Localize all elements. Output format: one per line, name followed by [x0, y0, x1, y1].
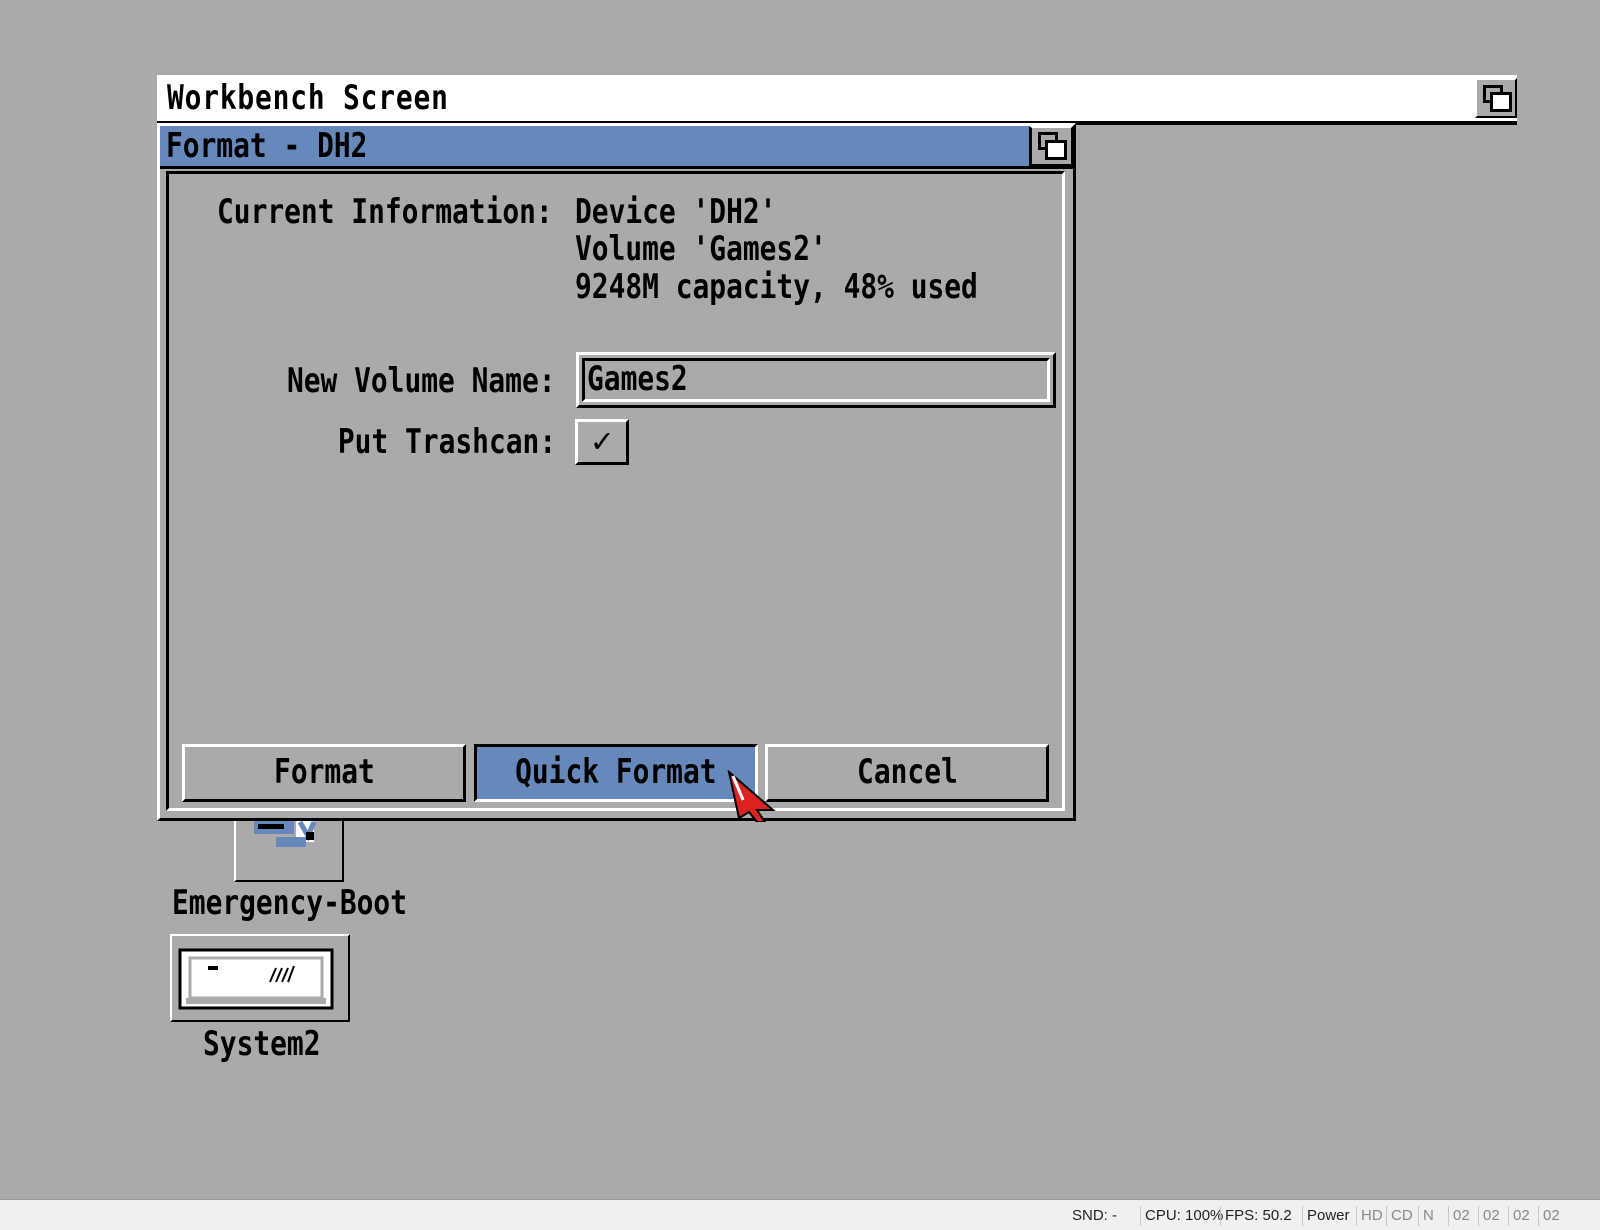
emergency-boot-label: Emergency-Boot [172, 883, 407, 923]
put-trashcan-label: Put Trashcan: [337, 422, 556, 462]
status-drive-1: 02 [1478, 1206, 1504, 1226]
screen-title: Workbench Screen [167, 78, 449, 118]
info-volume: Volume 'Games2' [575, 229, 827, 269]
system2-icon[interactable] [170, 934, 350, 1022]
mouse-pointer-icon [727, 770, 776, 822]
checkmark-icon: ✓ [591, 421, 613, 461]
volume-name-value: Games2 [587, 359, 688, 399]
status-drive-3: 02 [1538, 1206, 1564, 1226]
volume-name-input[interactable]: Games2 [576, 352, 1056, 408]
screen-depth-gadget-icon[interactable] [1475, 78, 1517, 118]
window-depth-gadget-icon[interactable] [1029, 126, 1073, 166]
current-info-label: Current Information: [217, 192, 553, 232]
window-title: Format - DH2 [166, 126, 368, 166]
workbench-screen-bar[interactable]: Workbench Screen [157, 75, 1517, 125]
status-fps: FPS: 50.2 [1220, 1206, 1296, 1226]
info-device: Device 'DH2' [575, 192, 777, 232]
window-titlebar[interactable]: Format - DH2 [160, 126, 1073, 169]
put-trashcan-checkbox[interactable]: ✓ [575, 419, 629, 465]
status-power: Power [1302, 1206, 1354, 1226]
status-hd: HD [1356, 1206, 1387, 1226]
status-cpu: CPU: 100% [1140, 1206, 1227, 1226]
format-button[interactable]: Format [182, 744, 466, 802]
hard-disk-icon [178, 948, 334, 1010]
cancel-button[interactable]: Cancel [765, 744, 1049, 802]
status-drive-0: 02 [1448, 1206, 1474, 1226]
system2-label: System2 [203, 1024, 321, 1064]
status-snd: SND: - [1072, 1207, 1117, 1224]
emulator-status-bar: SND: - CPU: 100% FPS: 50.2 Power HD CD N… [0, 1199, 1600, 1230]
status-drive-2: 02 [1508, 1206, 1534, 1226]
volume-name-label: New Volume Name: [287, 361, 556, 401]
quick-format-button[interactable]: Quick Format [474, 744, 758, 802]
info-capacity: 9248M capacity, 48% used [575, 267, 978, 307]
status-n: N [1418, 1206, 1438, 1226]
status-cd: CD [1386, 1206, 1417, 1226]
